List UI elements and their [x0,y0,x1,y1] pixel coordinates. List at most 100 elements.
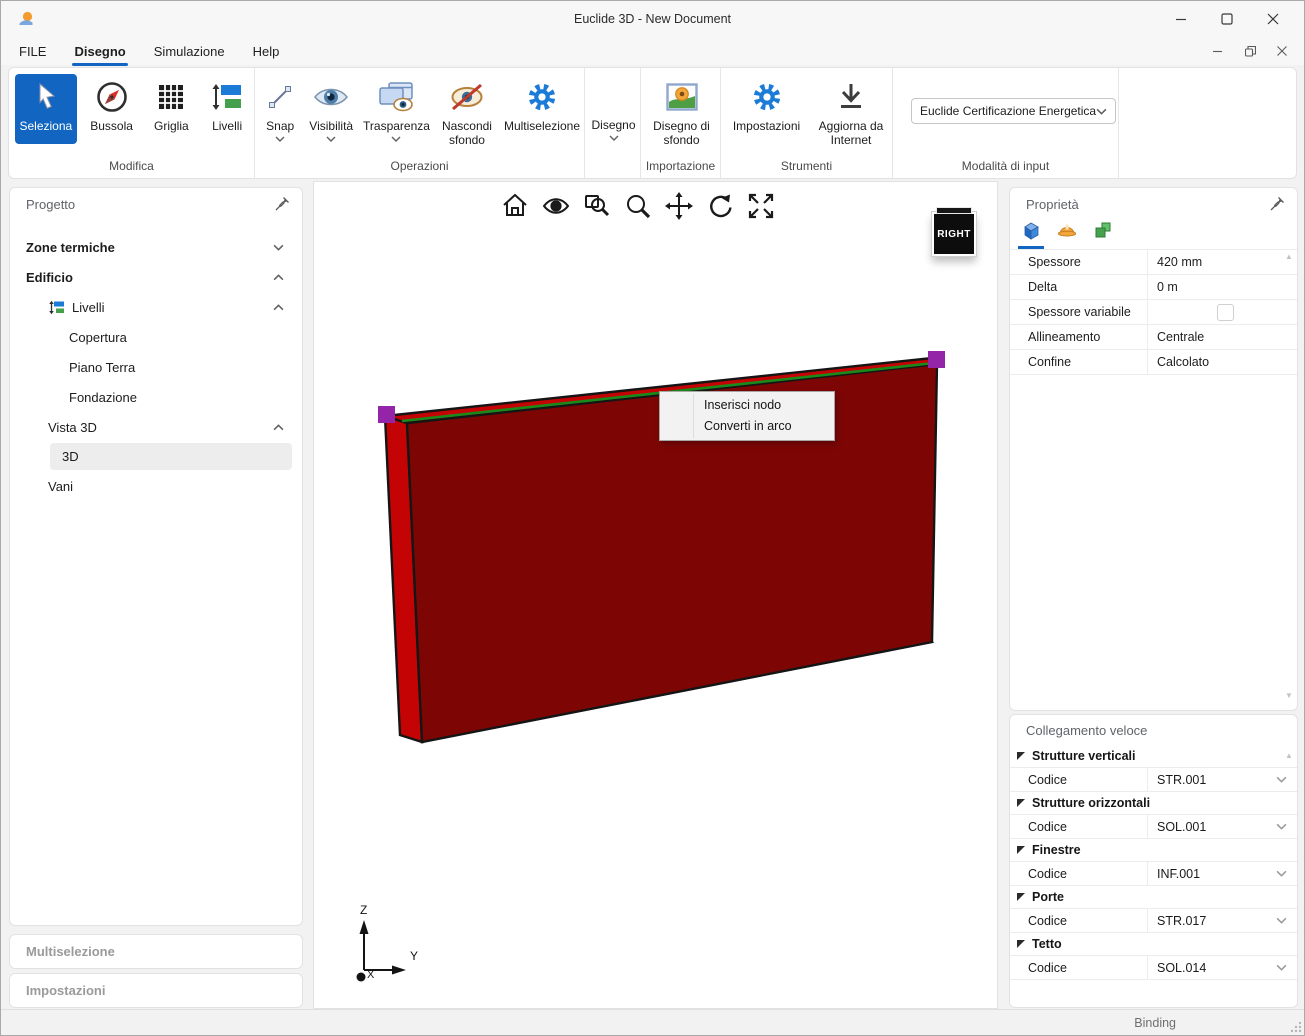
section-strutture-orizzontali[interactable]: Strutture orizzontali [1010,792,1297,815]
ribbon: Seleziona Bussola [8,67,1297,179]
eye-icon [312,78,350,116]
properties-tab-construction[interactable] [1054,218,1080,249]
green-cubes-icon [1093,220,1113,240]
impostazioni-button[interactable]: Impostazioni [727,74,806,134]
tree-item-copertura[interactable]: Copertura [10,322,302,352]
properties-tab-components[interactable] [1090,218,1116,249]
disegno-di-sfondo-button[interactable]: Disegno di sfondo [647,74,716,148]
multiselezione-button[interactable]: Multiselezione [504,74,580,134]
property-value-confine[interactable]: Calcolato [1147,350,1297,374]
property-value-allineamento[interactable]: Centrale [1147,325,1297,349]
multiselezione-panel-header[interactable]: Multiselezione [9,934,303,969]
aggiorna-da-internet-button[interactable]: Aggiorna da Internet [814,74,888,148]
zoom-button[interactable] [622,190,654,222]
disegno-dropdown-button[interactable]: Disegno [591,111,635,141]
menu-simulazione[interactable]: Simulazione [144,40,235,63]
menu-help[interactable]: Help [243,40,290,63]
context-menu-item-converti-in-arco[interactable]: Converti in arco [660,416,834,437]
quicklink-row: Codice SOL.014 [1010,956,1297,980]
section-tetto[interactable]: Tetto [1010,933,1297,956]
view-cube-face-label: RIGHT [937,229,971,240]
pin-icon[interactable] [274,196,290,212]
close-button[interactable] [1250,4,1296,34]
property-row-allineamento: Allineamento Centrale [1010,325,1297,350]
chevron-down-icon [609,135,619,141]
tree-item-vista-3d[interactable]: Vista 3D [10,412,302,442]
properties-panel: Proprietà [1009,187,1298,711]
scroll-up-arrow[interactable]: ▲ [1284,751,1294,760]
section-porte[interactable]: Porte [1010,886,1297,909]
section-finestre[interactable]: Finestre [1010,839,1297,862]
spessore-variabile-checkbox[interactable] [1217,304,1234,321]
expand-icon [746,191,776,221]
impostazioni-panel-header[interactable]: Impostazioni [9,973,303,1008]
tree-item-3d-selected[interactable]: 3D [50,443,292,470]
chevron-down-icon [1276,964,1287,971]
visibilita-button[interactable]: Visibilità [305,74,357,142]
context-menu-item-inserisci-nodo[interactable]: Inserisci nodo [660,395,834,416]
group-label-operazioni: Operazioni [255,157,584,178]
property-row-delta: Delta 0 m [1010,275,1297,300]
tree-item-zone-termiche[interactable]: Zone termiche [10,232,302,262]
tree-item-livelli[interactable]: Livelli [10,292,302,322]
seleziona-button[interactable]: Seleziona [15,74,77,144]
griglia-button[interactable]: Griglia [146,74,196,134]
tree-item-piano-terra[interactable]: Piano Terra [10,352,302,382]
snap-button[interactable]: Snap [261,74,299,142]
tree-item-edificio[interactable]: Edificio [10,262,302,292]
resize-grip[interactable] [1290,1021,1302,1033]
home-view-button[interactable] [499,190,531,222]
document-close-button[interactable] [1266,39,1298,63]
magnifier-icon [623,191,653,221]
chevron-up-icon [273,304,284,311]
group-label-importazione: Importazione [641,157,720,178]
document-restore-button[interactable] [1234,39,1266,63]
rotate-button[interactable] [704,190,736,222]
window-title: Euclide 3D - New Document [1,12,1304,26]
minimize-button[interactable] [1158,4,1204,34]
tree-item-vani[interactable]: Vani [10,471,302,501]
document-minimize-button[interactable] [1202,39,1234,63]
zoom-window-button[interactable] [581,190,613,222]
menu-disegno[interactable]: Disegno [64,40,135,63]
visibility-view-button[interactable] [540,190,572,222]
levels-icon [210,78,244,116]
axis-x-label: X [367,969,375,981]
properties-tab-geometry[interactable] [1018,218,1044,249]
pin-icon[interactable] [1269,196,1285,212]
status-bar: Binding [1,1009,1304,1035]
livelli-button[interactable]: Livelli [204,74,250,134]
levels-icon [48,300,66,315]
viewport-3d[interactable]: RIGHT Inserisci nodo Converti in arco Z … [313,181,998,1009]
codice-strutture-orizzontali-select[interactable]: SOL.001 [1147,815,1297,838]
fullscreen-button[interactable] [745,190,777,222]
codice-porte-select[interactable]: STR.017 [1147,909,1297,932]
menu-file[interactable]: FILE [9,40,56,63]
quick-link-panel: Collegamento veloce Strutture verticali … [1009,714,1298,1008]
maximize-button[interactable] [1204,4,1250,34]
codice-tetto-select[interactable]: SOL.014 [1147,956,1297,979]
chevron-up-icon [273,424,284,431]
app-window: Euclide 3D - New Document FILE Disegno S… [0,0,1305,1036]
tree-item-fondazione[interactable]: Fondazione [10,382,302,412]
codice-finestre-select[interactable]: INF.001 [1147,862,1297,885]
trasparenza-button[interactable]: Trasparenza [363,74,430,142]
project-panel: Progetto Zone termiche Edificio [9,187,303,926]
view-cube[interactable]: RIGHT [932,212,976,256]
scroll-up-arrow[interactable]: ▲ [1284,252,1294,261]
scroll-down-arrow[interactable]: ▼ [1284,691,1294,700]
transparency-icon [377,78,415,116]
bussola-button[interactable]: Bussola [85,74,139,134]
group-label-input-mode: Modalità di input [893,157,1118,178]
chevron-down-icon [273,244,284,251]
section-strutture-verticali[interactable]: Strutture verticali [1010,745,1297,768]
download-icon [836,78,866,116]
pan-button[interactable] [663,190,695,222]
property-value-spessore[interactable]: 420 mm [1147,250,1297,274]
eye-slash-icon [448,78,486,116]
codice-strutture-verticali-select[interactable]: STR.001 [1147,768,1297,791]
property-value-delta[interactable]: 0 m [1147,275,1297,299]
input-mode-select[interactable]: Euclide Certificazione Energetica [911,98,1116,124]
quicklink-row: Codice SOL.001 [1010,815,1297,839]
nascondi-sfondo-button[interactable]: Nascondi sfondo [436,74,498,148]
